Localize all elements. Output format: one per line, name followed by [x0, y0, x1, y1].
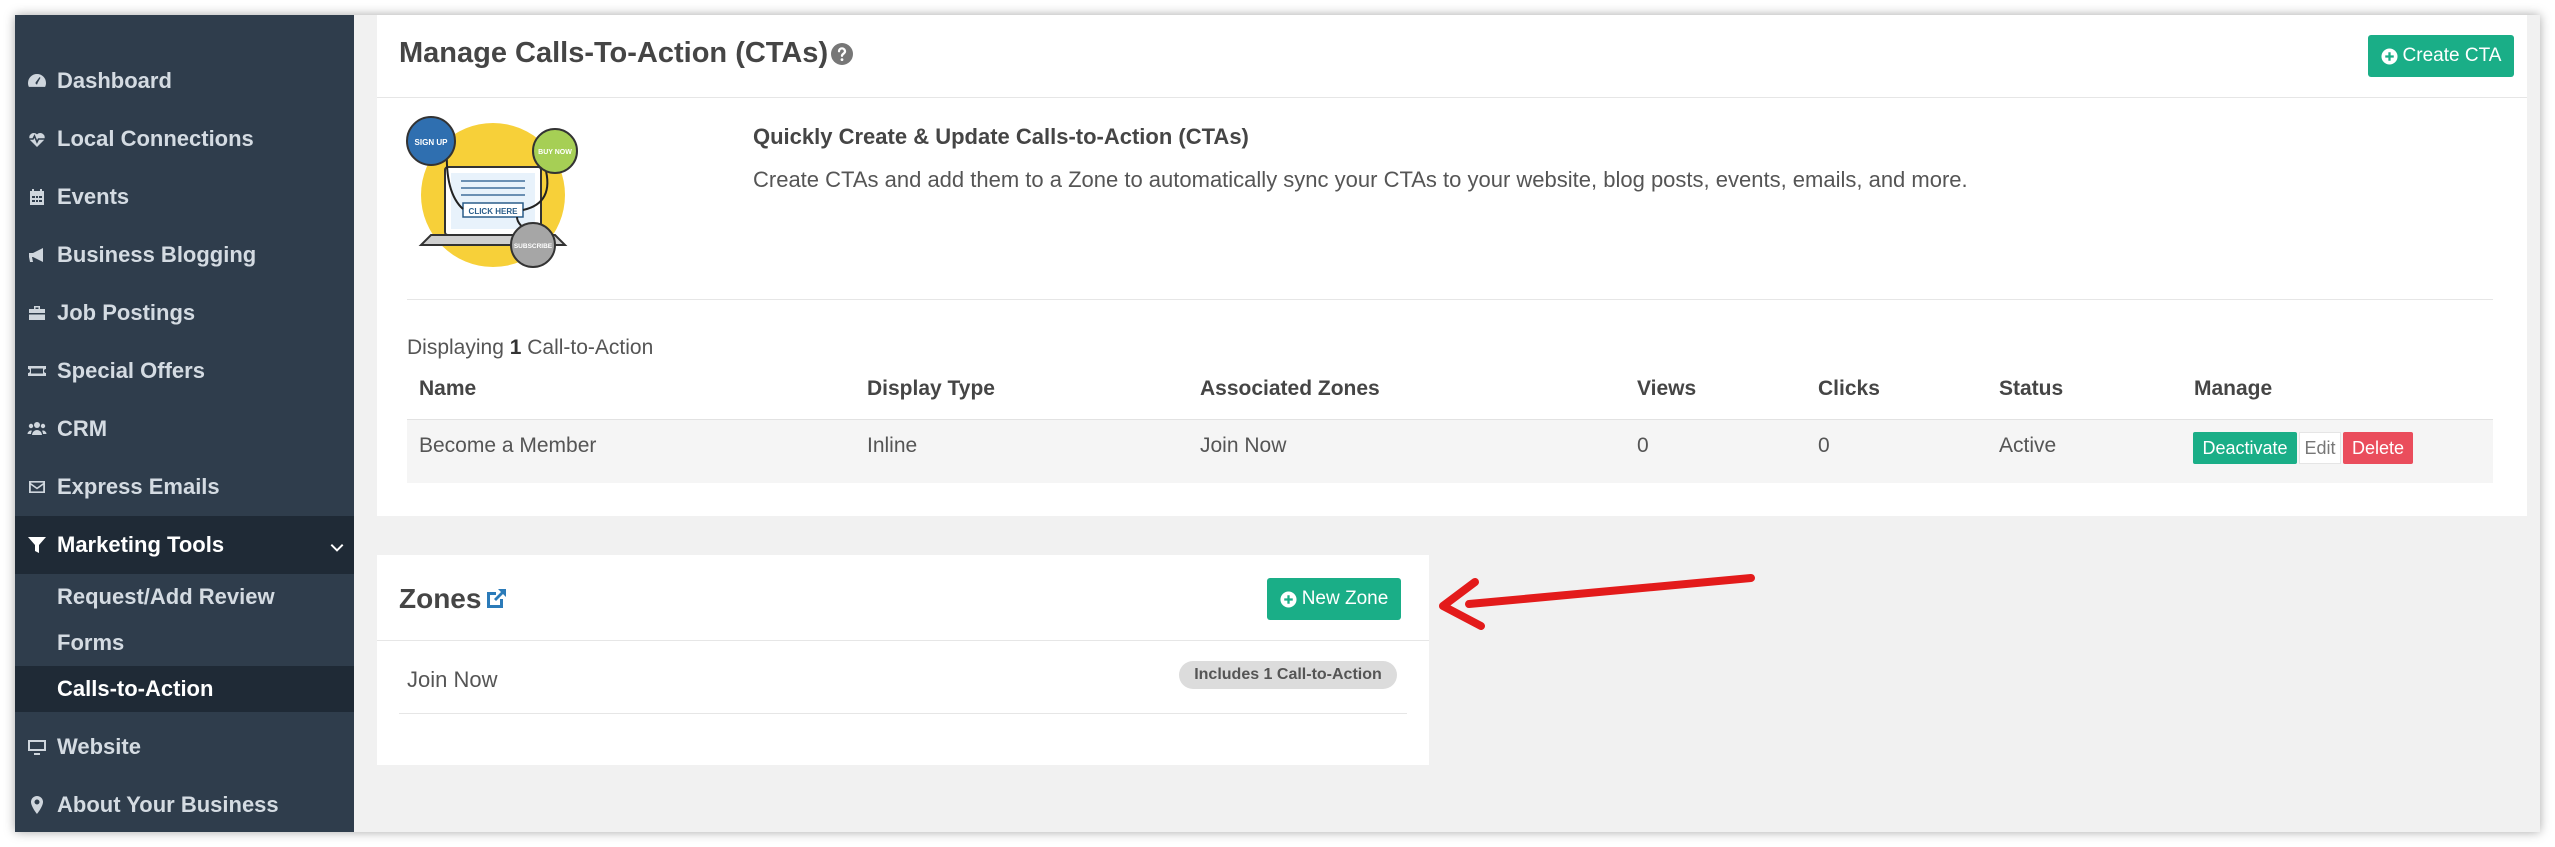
column-header-name: Name	[419, 377, 477, 400]
zone-row-divider	[399, 713, 1407, 714]
sidebar-item-local-connections[interactable]: Local Connections	[15, 110, 354, 168]
new-zone-button[interactable]: New Zone	[1267, 578, 1401, 620]
cell-views: 0	[1637, 434, 1649, 457]
sidebar-subitem-request-add-review[interactable]: Request/Add Review	[15, 574, 354, 620]
sidebar-subitem-label: Forms	[57, 630, 125, 655]
sidebar-item-job-postings[interactable]: Job Postings	[15, 284, 354, 342]
sidebar-item-label: About Your Business	[57, 792, 279, 817]
buy-now-label: BUY NOW	[538, 149, 572, 156]
display-count: Displaying 1 Call-to-Action	[407, 336, 654, 359]
sidebar-subitem-label: Request/Add Review	[57, 584, 275, 609]
sidebar-item-website[interactable]: Website	[15, 718, 354, 776]
bullhorn-icon	[23, 241, 51, 269]
create-cta-button[interactable]: Create CTA	[2368, 35, 2514, 77]
zones-title-text: Zones	[399, 583, 482, 614]
sidebar-item-business-blogging[interactable]: Business Blogging	[15, 226, 354, 284]
zones-title: Zones	[399, 583, 509, 615]
table-row	[407, 419, 2493, 483]
cta-illustration: CLICK HERE SIGN UP BUY NOW SUBSCRIBE	[406, 116, 578, 268]
sidebar-item-label: Events	[57, 184, 130, 209]
intro-divider	[407, 299, 2493, 300]
sidebar-subitem-forms[interactable]: Forms	[15, 620, 354, 666]
sidebar-item-express-emails[interactable]: Express Emails	[15, 458, 354, 516]
app-window: Dashboard Local Connections Events Busin…	[15, 15, 2540, 832]
header-divider	[377, 97, 2527, 98]
calendar-icon	[23, 183, 51, 211]
sidebar-item-label: Marketing Tools	[57, 532, 225, 557]
column-header-views: Views	[1637, 377, 1697, 400]
sidebar-item-label: Express Emails	[57, 474, 220, 499]
create-cta-label: Create CTA	[2402, 45, 2502, 66]
external-link-icon[interactable]	[483, 586, 509, 612]
sidebar-subitem-label: Calls-to-Action	[57, 676, 214, 701]
column-header-display-type: Display Type	[867, 377, 995, 400]
sidebar-item-about-your-business[interactable]: About Your Business	[15, 776, 354, 832]
plus-circle-icon	[1280, 590, 1297, 608]
zones-header-divider	[377, 640, 1429, 641]
envelope-icon	[23, 473, 51, 501]
cell-status: Active	[1999, 434, 2057, 457]
display-count-number: 1	[509, 336, 522, 359]
sidebar-item-special-offers[interactable]: Special Offers	[15, 342, 354, 400]
ticket-icon	[23, 357, 51, 385]
briefcase-icon	[23, 299, 51, 327]
subscribe-label: SUBSCRIBE	[514, 243, 553, 250]
sidebar-item-label: Business Blogging	[57, 242, 257, 267]
page-title-text: Manage Calls-To-Action (CTAs)	[399, 37, 829, 69]
question-circle-icon[interactable]	[830, 42, 854, 66]
chevron-down-icon	[330, 534, 344, 552]
annotation-arrow	[1439, 574, 1755, 630]
sidebar-item-label: CRM	[57, 416, 108, 441]
map-marker-icon	[23, 791, 51, 819]
monitor-icon	[23, 733, 51, 761]
deactivate-button[interactable]: Deactivate	[2193, 432, 2297, 464]
intro-heading: Quickly Create & Update Calls-to-Action …	[753, 124, 1249, 149]
column-header-associated-zones: Associated Zones	[1200, 377, 1380, 400]
zone-name[interactable]: Join Now	[407, 667, 497, 693]
column-header-clicks: Clicks	[1818, 377, 1880, 400]
users-icon	[23, 415, 51, 443]
sidebar-item-label: Job Postings	[57, 300, 196, 325]
column-header-status: Status	[1999, 377, 2064, 400]
plus-circle-icon	[2381, 47, 2398, 65]
click-here-label: CLICK HERE	[469, 207, 519, 216]
column-header-manage: Manage	[2194, 377, 2273, 400]
zone-count-badge: Includes 1 Call-to-Action	[1179, 661, 1397, 689]
delete-button[interactable]: Delete	[2343, 432, 2413, 464]
sidebar-item-events[interactable]: Events	[15, 168, 354, 226]
sidebar: Dashboard Local Connections Events Busin…	[15, 15, 354, 832]
cell-display-type: Inline	[867, 434, 918, 457]
cell-associated-zones: Join Now	[1200, 434, 1287, 457]
cta-panel: Manage Calls-To-Action (CTAs) Create CTA…	[377, 15, 2527, 516]
heartbeat-icon	[23, 125, 51, 153]
sidebar-item-label: Local Connections	[57, 126, 254, 151]
zones-panel: Zones New Zone Join Now Includes 1 Call-…	[377, 555, 1429, 765]
cell-clicks: 0	[1818, 434, 1830, 457]
sign-up-label: SIGN UP	[415, 138, 449, 147]
sidebar-subitem-calls-to-action[interactable]: Calls-to-Action	[15, 666, 354, 712]
sidebar-item-label: Website	[57, 734, 141, 759]
new-zone-label: New Zone	[1301, 588, 1389, 609]
sidebar-item-marketing-tools[interactable]: Marketing Tools	[15, 516, 354, 574]
cell-name: Become a Member	[419, 434, 597, 457]
sidebar-item-dashboard[interactable]: Dashboard	[15, 52, 354, 110]
edit-button[interactable]: Edit	[2299, 432, 2341, 464]
sidebar-item-label: Dashboard	[57, 68, 172, 93]
sidebar-item-label: Special Offers	[57, 358, 205, 383]
page-title: Manage Calls-To-Action (CTAs)	[399, 37, 854, 70]
intro-text: Create CTAs and add them to a Zone to au…	[753, 167, 1968, 192]
dashboard-icon	[23, 67, 51, 95]
sidebar-item-crm[interactable]: CRM	[15, 400, 354, 458]
filter-icon	[23, 531, 51, 559]
